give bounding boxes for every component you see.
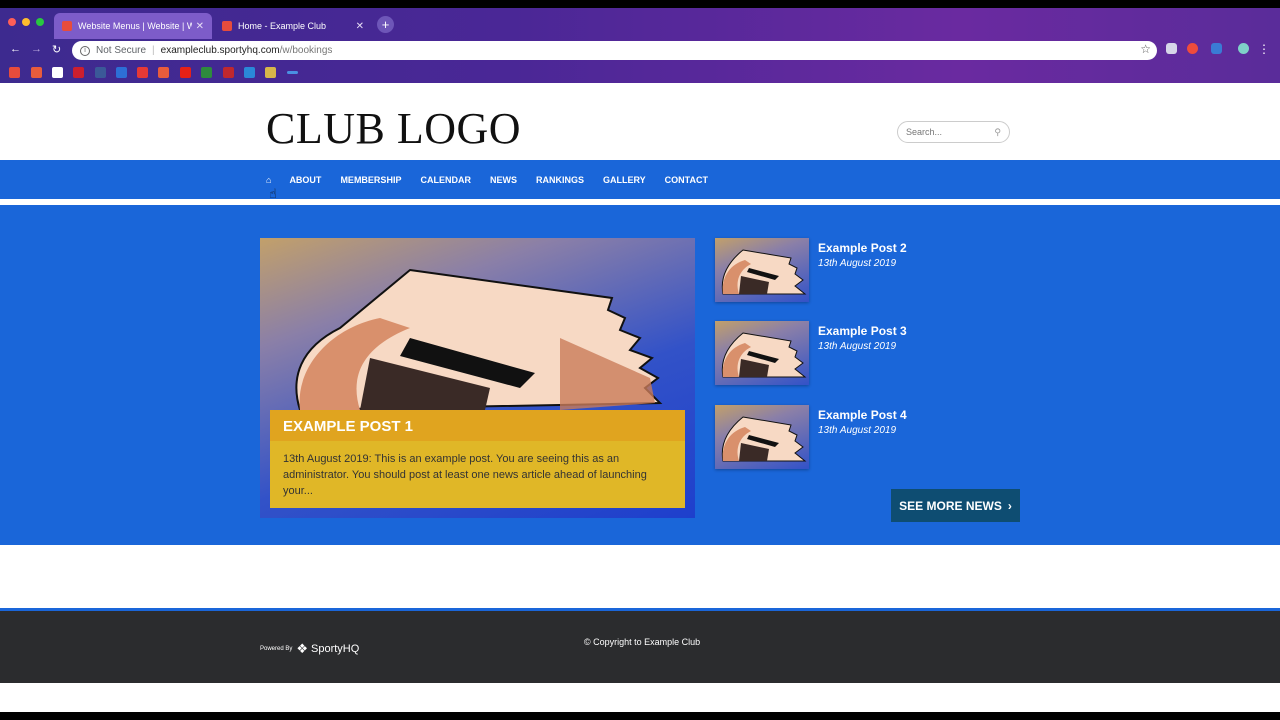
search-box: ⚲	[897, 121, 1010, 143]
tab-home-example-club[interactable]: Home - Example Club ✕	[214, 13, 372, 39]
bookmark-icon[interactable]	[31, 67, 42, 78]
main-nav: ⌂ ABOUT MEMBERSHIP CALENDAR NEWS RANKING…	[0, 160, 1280, 202]
tab-strip: Website Menus | Website | We ✕ Home - Ex…	[0, 8, 1280, 39]
bookmark-star-icon[interactable]: ☆	[1140, 42, 1151, 56]
post-date: 13th August 2019	[818, 341, 897, 352]
post-date: 13th August 2019	[818, 258, 897, 269]
browser-menu-icon[interactable]: ⋮	[1258, 42, 1270, 56]
search-input[interactable]	[906, 127, 986, 137]
newspaper-thumb-icon	[721, 416, 807, 462]
sportyhq-logo-icon: ❖	[296, 641, 309, 656]
tab-title: Website Menus | Website | We	[78, 21, 192, 31]
tab-website-menus[interactable]: Website Menus | Website | We ✕	[54, 13, 212, 39]
search-icon[interactable]: ⚲	[994, 127, 1001, 138]
bookmark-icon[interactable]	[287, 71, 298, 74]
sportyhq-favicon-icon	[62, 21, 72, 31]
post-thumbnail[interactable]	[715, 238, 809, 302]
window-minimize-button[interactable]	[22, 18, 30, 26]
nav-item-about[interactable]: ABOUT	[289, 175, 321, 185]
bookmark-icon[interactable]	[223, 67, 234, 78]
hand-cursor-icon: ☝	[269, 186, 277, 201]
post-thumbnail[interactable]	[715, 405, 809, 469]
browser-chrome: Website Menus | Website | We ✕ Home - Ex…	[0, 8, 1280, 83]
featured-post[interactable]: EXAMPLE POST 1 13th August 2019: This is…	[260, 238, 695, 518]
extension-icon[interactable]	[1187, 43, 1198, 54]
bookmark-icon[interactable]	[158, 67, 169, 78]
chevron-right-icon: ›	[1007, 498, 1012, 513]
sportyhq-brand: SportyHQ	[311, 643, 360, 655]
bookmark-icon[interactable]	[265, 67, 276, 78]
nav-item-gallery[interactable]: GALLERY	[603, 175, 646, 185]
post-thumbnail[interactable]	[715, 321, 809, 385]
bookmark-icon[interactable]	[95, 67, 106, 78]
news-list-item[interactable]: Example Post 4 13th August 2019	[715, 405, 1015, 469]
tab-title: Home - Example Club	[238, 21, 327, 31]
bookmark-icon[interactable]	[52, 67, 63, 78]
browser-toolbar: ← → ↻ i Not Secure | exampleclub.sportyh…	[0, 39, 1280, 64]
news-list-item[interactable]: Example Post 2 13th August 2019	[715, 238, 1015, 302]
bookmark-icon[interactable]	[9, 67, 20, 78]
see-more-news-button[interactable]: SEE MORE NEWS ›	[891, 489, 1020, 522]
address-bar[interactable]: i Not Secure | exampleclub.sportyhq.com …	[72, 41, 1157, 60]
post-date: 13th August 2019	[818, 425, 897, 436]
copyright-text: © Copyright to Example Club	[584, 637, 701, 647]
bookmark-icon[interactable]	[137, 67, 148, 78]
nav-item-rankings[interactable]: RANKINGS	[536, 175, 584, 185]
forward-icon[interactable]: →	[31, 43, 42, 55]
bookmark-icon[interactable]	[73, 67, 84, 78]
sportyhq-favicon-icon	[222, 21, 232, 31]
featured-post-title[interactable]: EXAMPLE POST 1	[270, 410, 685, 441]
window-zoom-button[interactable]	[36, 18, 44, 26]
site-footer: Powered By ❖ SportyHQ © Copyright to Exa…	[0, 608, 1280, 683]
address-separator: |	[152, 45, 155, 56]
bookmark-icon[interactable]	[180, 67, 191, 78]
bookmark-icon[interactable]	[116, 67, 127, 78]
extension-icon[interactable]	[1211, 43, 1222, 54]
nav-item-news[interactable]: NEWS	[490, 175, 517, 185]
reload-icon[interactable]: ↻	[52, 43, 61, 56]
security-label: Not Secure	[96, 45, 147, 56]
news-list-item[interactable]: Example Post 3 13th August 2019	[715, 321, 1015, 385]
powered-by-label: Powered By	[260, 646, 293, 652]
nav-home-icon[interactable]: ⌂	[266, 175, 271, 185]
club-logo[interactable]: CLUB LOGO	[266, 103, 521, 154]
news-section: EXAMPLE POST 1 13th August 2019: This is…	[0, 205, 1280, 545]
nav-item-membership[interactable]: MEMBERSHIP	[340, 175, 401, 185]
featured-caption: EXAMPLE POST 1 13th August 2019: This is…	[270, 410, 685, 508]
tab-close-icon[interactable]: ✕	[356, 21, 364, 32]
powered-by-sportyhq[interactable]: Powered By ❖ SportyHQ	[260, 641, 359, 657]
site-header: CLUB LOGO ⚲	[0, 86, 1280, 160]
profile-avatar[interactable]	[1238, 43, 1249, 54]
url-host: exampleclub.sportyhq.com	[160, 45, 280, 56]
new-tab-button[interactable]: +	[377, 16, 394, 33]
bookmark-icon[interactable]	[201, 67, 212, 78]
window-close-button[interactable]	[8, 18, 16, 26]
info-icon[interactable]: i	[80, 45, 90, 56]
see-more-news-label: SEE MORE NEWS	[899, 498, 1002, 513]
bookmarks-bar	[0, 64, 1280, 83]
newspaper-thumb-icon	[721, 249, 807, 295]
back-icon[interactable]: ←	[10, 43, 21, 55]
nav-item-calendar[interactable]: CALENDAR	[420, 175, 471, 185]
url-path: /w/bookings	[279, 45, 333, 56]
post-title[interactable]: Example Post 3	[818, 324, 907, 338]
newspaper-thumb-icon	[721, 332, 807, 378]
post-title[interactable]: Example Post 2	[818, 241, 907, 255]
nav-item-contact[interactable]: CONTACT	[665, 175, 708, 185]
tab-close-icon[interactable]: ✕	[196, 21, 204, 32]
page: CLUB LOGO ⚲ ⌂ ABOUT MEMBERSHIP CALENDAR …	[0, 83, 1280, 712]
bookmark-icon[interactable]	[244, 67, 255, 78]
featured-post-excerpt: 13th August 2019: This is an example pos…	[283, 453, 647, 497]
nav-list: ⌂ ABOUT MEMBERSHIP CALENDAR NEWS RANKING…	[266, 175, 727, 185]
extension-icon[interactable]	[1166, 43, 1177, 54]
post-title[interactable]: Example Post 4	[818, 408, 907, 422]
